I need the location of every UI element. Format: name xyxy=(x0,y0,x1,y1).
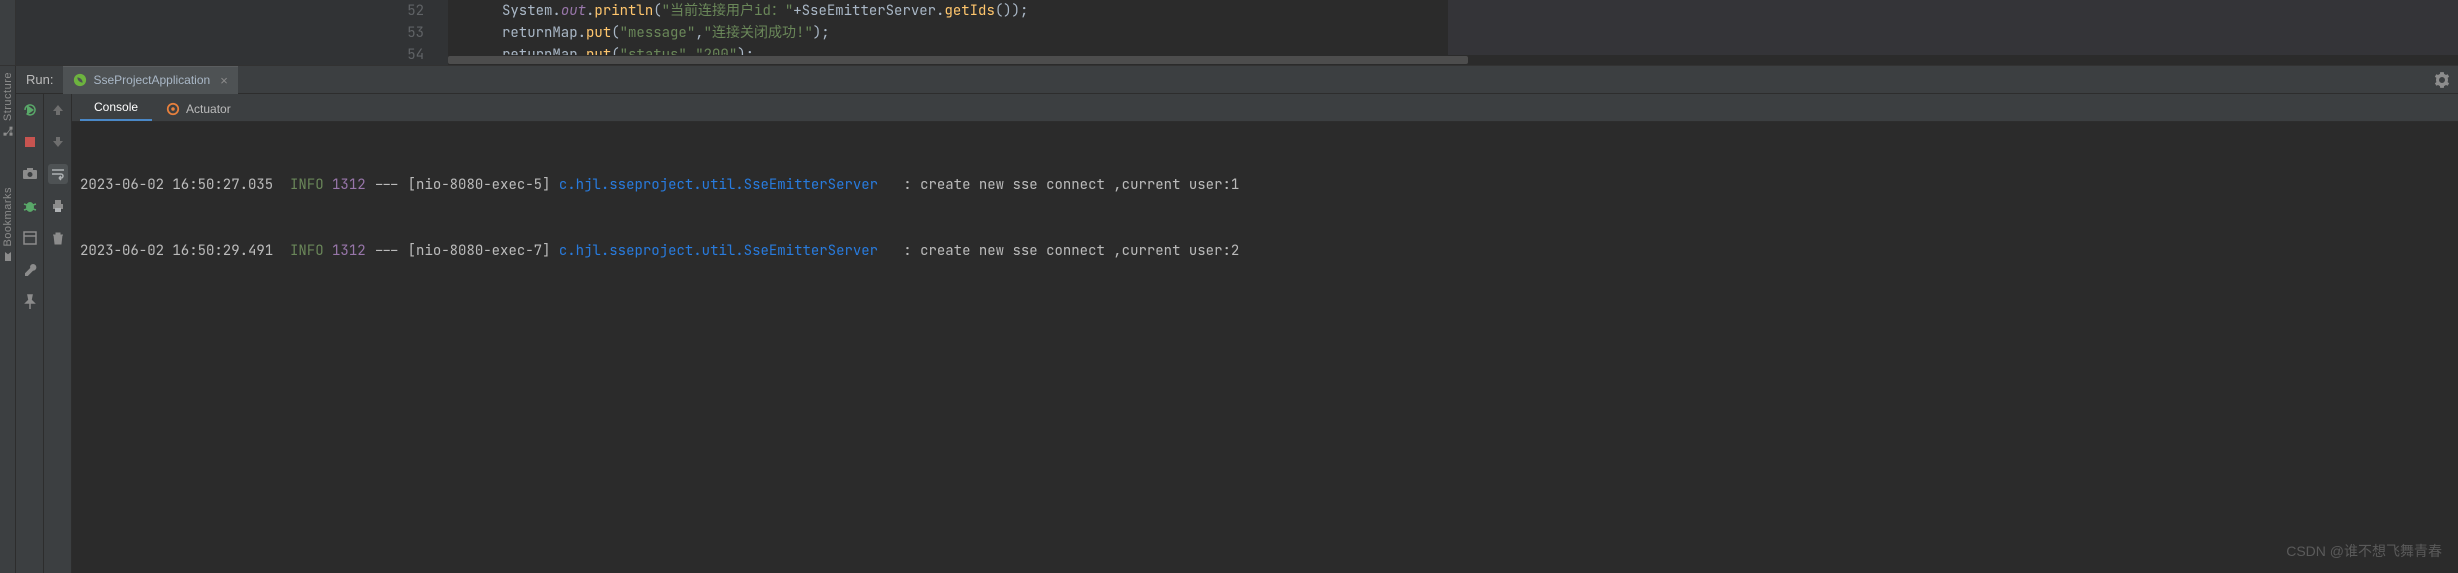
run-panel: Structure Bookmarks Run: SseProjectAppli… xyxy=(0,66,2458,573)
actuator-icon xyxy=(166,102,180,116)
structure-icon xyxy=(2,125,14,137)
run-content: Console Actuator 2023-06-02 16:50:27.035… xyxy=(16,94,2458,573)
soft-wrap-icon xyxy=(50,166,66,182)
tab-actuator[interactable]: Actuator xyxy=(152,97,245,121)
console-container: Console Actuator 2023-06-02 16:50:27.035… xyxy=(72,94,2458,573)
camera-icon xyxy=(22,166,38,182)
horizontal-scrollbar[interactable] xyxy=(448,55,2458,65)
run-main-area: Run: SseProjectApplication × xyxy=(16,66,2458,573)
stop-button[interactable] xyxy=(20,132,40,152)
line-number: 52 xyxy=(16,0,424,22)
bookmark-icon xyxy=(2,251,14,263)
wrench-button[interactable] xyxy=(20,260,40,280)
print-icon xyxy=(50,198,66,214)
soft-wrap-button[interactable] xyxy=(48,164,68,184)
run-action-column-1 xyxy=(16,94,44,573)
sidebar-bookmarks-button[interactable]: Bookmarks xyxy=(2,187,14,263)
wrench-icon xyxy=(22,262,38,278)
scrollbar-thumb[interactable] xyxy=(448,56,1468,64)
pin-button[interactable] xyxy=(20,292,40,312)
bug-icon xyxy=(22,198,38,214)
sidebar-bookmarks-label: Bookmarks xyxy=(2,187,14,247)
settings-gear-button[interactable] xyxy=(2432,70,2452,90)
left-tool-stripe: Structure Bookmarks xyxy=(0,66,16,573)
editor-gutter: 52 53 54 xyxy=(16,0,448,65)
console-output[interactable]: 2023-06-02 16:50:27.035 INFO 1312 --- [n… xyxy=(72,122,2458,573)
down-arrow-button[interactable] xyxy=(48,132,68,152)
rerun-icon xyxy=(22,102,38,118)
spring-leaf-icon xyxy=(73,73,87,87)
run-action-column-2 xyxy=(44,94,72,573)
left-stripe-stub xyxy=(0,0,16,65)
camera-button[interactable] xyxy=(20,164,40,184)
gear-icon xyxy=(2434,72,2450,88)
trash-icon xyxy=(51,231,65,245)
log-line: 2023-06-02 16:50:27.035 INFO 1312 --- [n… xyxy=(80,174,2458,196)
arrow-down-icon xyxy=(51,135,65,149)
arrow-up-icon xyxy=(51,103,65,117)
sidebar-structure-label: Structure xyxy=(2,72,14,121)
code-line[interactable]: returnMap.put("message","连接关闭成功!"); xyxy=(448,22,2458,44)
tab-actuator-label: Actuator xyxy=(186,102,231,116)
layout-button[interactable] xyxy=(20,228,40,248)
layout-icon xyxy=(22,230,38,246)
clear-button[interactable] xyxy=(48,228,68,248)
code-area[interactable]: System.out.println("当前连接用户id："+SseEmitte… xyxy=(448,0,2458,65)
up-arrow-button[interactable] xyxy=(48,100,68,120)
line-number: 54 xyxy=(16,44,424,66)
pin-icon xyxy=(22,294,38,310)
close-tab-icon[interactable]: × xyxy=(216,73,228,88)
tab-console-label: Console xyxy=(94,100,138,114)
code-line[interactable]: System.out.println("当前连接用户id："+SseEmitte… xyxy=(448,0,2458,22)
stop-icon xyxy=(23,135,37,149)
run-header: Run: SseProjectApplication × xyxy=(16,66,2458,94)
rerun-button[interactable] xyxy=(20,100,40,120)
debug-button[interactable] xyxy=(20,196,40,216)
watermark-text: CSDN @谁不想飞舞青春 xyxy=(2286,541,2442,561)
log-line: 2023-06-02 16:50:29.491 INFO 1312 --- [n… xyxy=(80,240,2458,262)
run-config-tab[interactable]: SseProjectApplication × xyxy=(63,66,237,94)
run-label: Run: xyxy=(16,72,63,87)
sidebar-structure-button[interactable]: Structure xyxy=(2,72,14,137)
tab-console[interactable]: Console xyxy=(80,95,152,121)
editor-area: 52 53 54 System.out.println("当前连接用户id："+… xyxy=(0,0,2458,66)
console-tabs-row: Console Actuator xyxy=(72,94,2458,122)
print-button[interactable] xyxy=(48,196,68,216)
line-number: 53 xyxy=(16,22,424,44)
run-tab-label: SseProjectApplication xyxy=(93,73,210,87)
